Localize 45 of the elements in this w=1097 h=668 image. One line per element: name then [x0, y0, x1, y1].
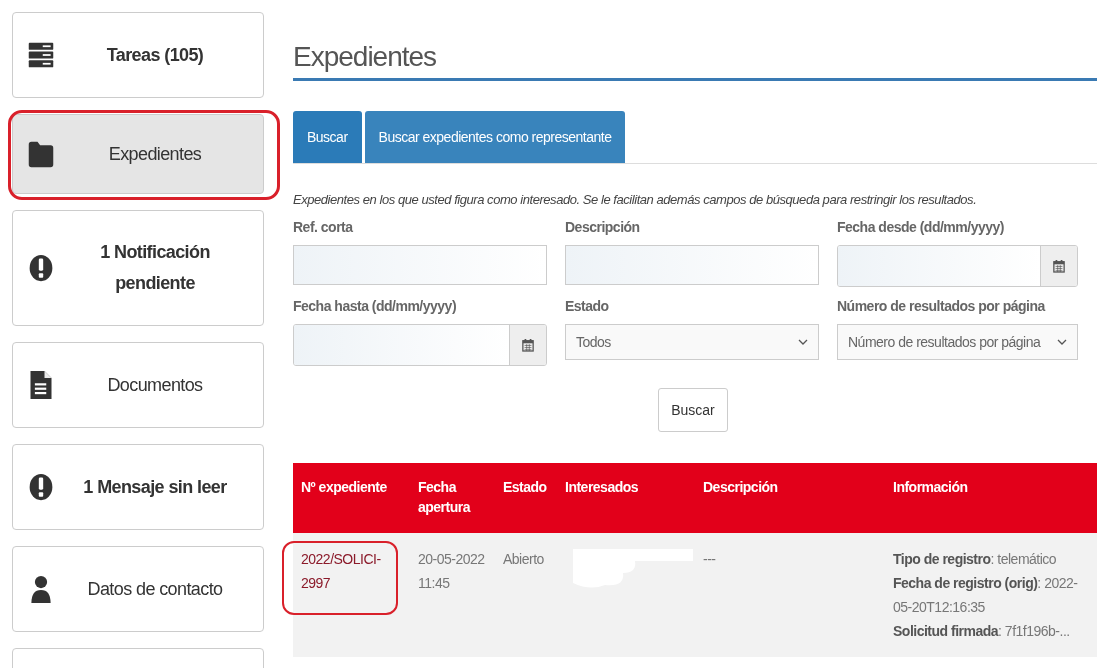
table-cell: ---: [703, 551, 716, 567]
calendar-icon: [522, 338, 534, 352]
input-field[interactable]: [293, 245, 547, 285]
date-field[interactable]: [293, 324, 547, 366]
sidebar-item[interactable]: 1 Mensaje sin leer: [12, 444, 264, 530]
sidebar-label: Datos de contacto: [86, 577, 224, 601]
page-title: Expedientes: [293, 40, 1097, 81]
sidebar-label: 1 Notificación pendiente: [99, 241, 211, 295]
sidebar-item[interactable]: Datos de contacto: [12, 546, 264, 632]
sidebar-label: Tareas (105): [105, 43, 205, 67]
field-label: Fecha desde (dd/mm/yyyy): [837, 219, 1005, 235]
column-header: Interesados: [565, 479, 639, 495]
calendar-icon: [1053, 259, 1065, 273]
column-header: Nº expediente: [301, 479, 387, 495]
sidebar-label: 1 Mensaje sin leer: [82, 475, 228, 499]
tab[interactable]: Buscar expedientes como representante: [364, 111, 626, 163]
column-header: Estado: [503, 479, 547, 495]
info-line: Tipo de registro: telemático: [893, 550, 1058, 569]
sidebar-item[interactable]: Documentos: [12, 342, 264, 428]
table-cell: Abierto: [503, 551, 544, 567]
select-field[interactable]: Número de resultados por página: [837, 324, 1078, 360]
info-line: Fecha de registro (orig): 2022-05-20T12:16:35: [893, 574, 1079, 617]
field-label: Descripción: [565, 219, 641, 235]
input-field[interactable]: [565, 245, 819, 285]
sidebar-item[interactable]: Expedientes: [12, 114, 264, 194]
tab[interactable]: Buscar: [293, 111, 362, 163]
column-header: Información: [893, 479, 968, 495]
chevron-down-icon: [798, 339, 808, 345]
sidebar-label: Documentos: [106, 373, 204, 397]
column-header: Fecha apertura: [418, 479, 471, 515]
table-cell: 20-05-2022 11:45: [418, 551, 485, 591]
field-label: Estado: [565, 298, 610, 314]
sidebar-item[interactable]: Tareas (105): [12, 12, 264, 98]
sidebar-label: Expedientes: [107, 142, 203, 166]
sidebar-item[interactable]: 1 Notificación pendiente: [12, 210, 264, 326]
info-line: Solicitud firmada: 7f1f196b-...: [893, 622, 1071, 641]
intro-text: Expedientes en los que usted figura como interesado. Se le facilitan además campos de búsqueda para restringir los resultados.: [293, 192, 978, 207]
field-label: Número de resultados por página: [837, 298, 1047, 314]
chevron-down-icon: [1057, 339, 1067, 345]
column-header: Descripción: [703, 479, 778, 495]
search-button[interactable]: Buscar: [658, 388, 728, 432]
select-field[interactable]: Todos: [565, 324, 819, 360]
field-label: Fecha hasta (dd/mm/yyyy): [293, 298, 458, 314]
date-field[interactable]: [837, 245, 1078, 287]
field-label: Ref. corta: [293, 219, 354, 235]
